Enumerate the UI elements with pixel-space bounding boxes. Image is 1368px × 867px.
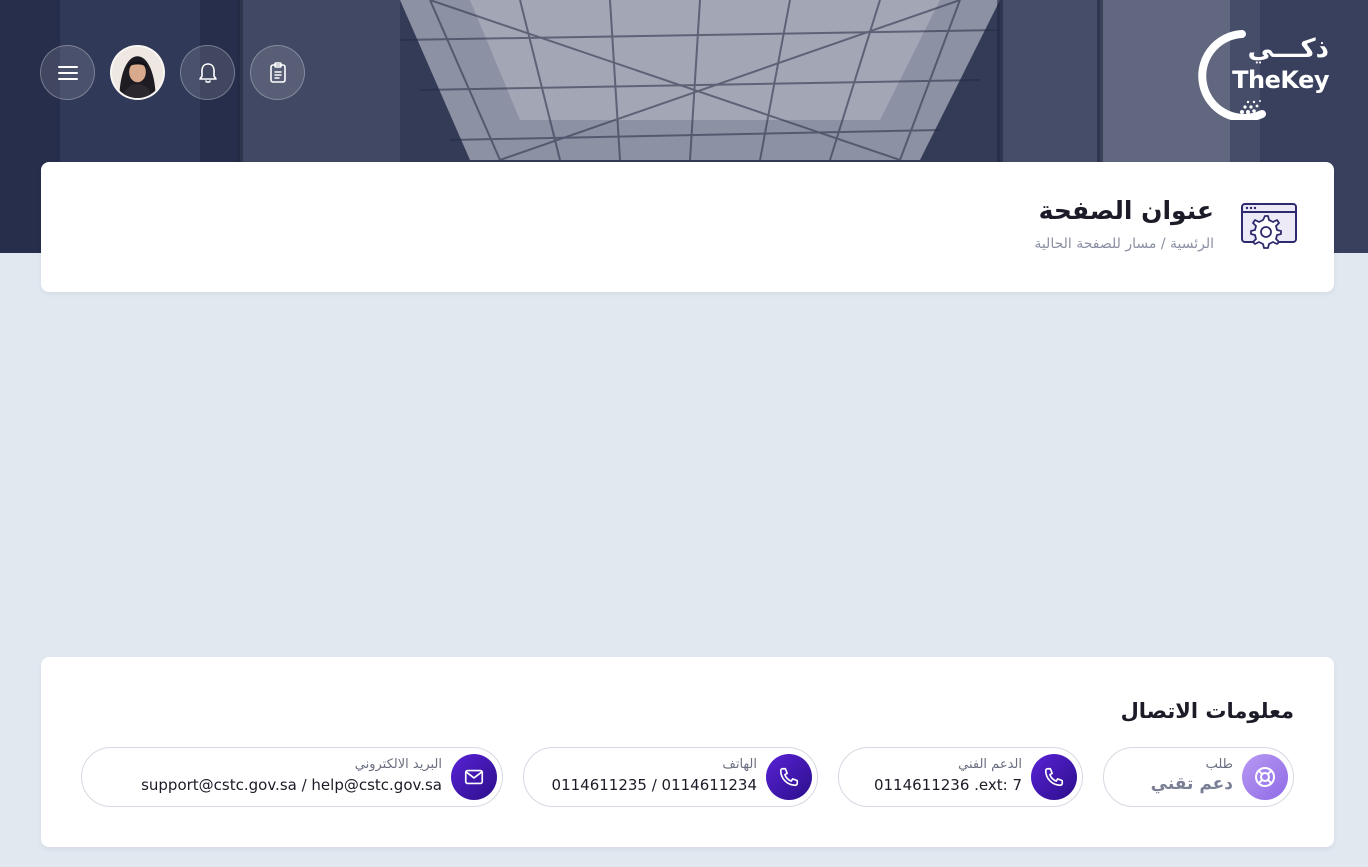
email-label: البريد الالكتروني <box>354 757 442 772</box>
clipboard-icon <box>269 61 286 83</box>
contact-section-title: معلومات الاتصال <box>1120 699 1294 723</box>
breadcrumb-current: مسار للصفحة الحالية <box>1034 236 1157 252</box>
mail-icon-circle <box>451 754 497 800</box>
phone-icon-circle <box>1031 754 1077 800</box>
bell-icon <box>198 62 217 83</box>
thekey-logo[interactable]: ذكـــي TheKey <box>1190 28 1335 120</box>
contact-info-card: معلومات الاتصال طلب دعم تقني الدعم الفني… <box>41 657 1334 847</box>
support-request-button[interactable]: طلب دعم تقني <box>1103 747 1294 807</box>
breadcrumb-separator: / <box>1160 236 1166 252</box>
tech-support-value: 0114611236 .ext: 7 <box>873 776 1022 794</box>
logo-english-text: TheKey <box>1232 66 1329 94</box>
breadcrumb: الرئسية / مسار للصفحة الحالية <box>1034 236 1214 252</box>
tech-support-label: الدعم الفني <box>958 757 1022 772</box>
email-value: support@cstc.gov.sa / help@cstc.gov.sa <box>141 776 442 794</box>
user-avatar-button[interactable] <box>110 45 165 100</box>
phone-icon-circle <box>766 754 812 800</box>
menu-button[interactable] <box>40 45 95 100</box>
phone-contact[interactable]: الهاتف 0114611235 / 0114611234 <box>523 747 818 807</box>
support-request-value: دعم تقني <box>1150 774 1233 794</box>
phone-value: 0114611235 / 0114611234 <box>551 776 757 794</box>
phone-icon <box>779 767 799 787</box>
settings-window-icon <box>1241 203 1297 249</box>
menu-icon <box>57 65 78 80</box>
phone-label: الهاتف <box>722 757 757 772</box>
tech-support-phone[interactable]: الدعم الفني 0114611236 .ext: 7 <box>838 747 1083 807</box>
notifications-button[interactable] <box>180 45 235 100</box>
tasks-button[interactable] <box>250 45 305 100</box>
breadcrumb-home-link[interactable]: الرئسية <box>1170 236 1214 252</box>
logo-arabic-text: ذكـــي <box>1247 34 1329 64</box>
lifebuoy-icon-circle <box>1242 754 1288 800</box>
support-request-label: طلب <box>1205 757 1233 772</box>
phone-icon <box>1044 767 1064 787</box>
page-title: عنوان الصفحة <box>1038 196 1214 225</box>
user-avatar <box>112 47 163 98</box>
page-header-card: عنوان الصفحة الرئسية / مسار للصفحة الحال… <box>41 162 1334 292</box>
lifebuoy-icon <box>1255 767 1275 787</box>
email-contact[interactable]: البريد الالكتروني support@cstc.gov.sa / … <box>81 747 503 807</box>
mail-icon <box>464 769 484 785</box>
